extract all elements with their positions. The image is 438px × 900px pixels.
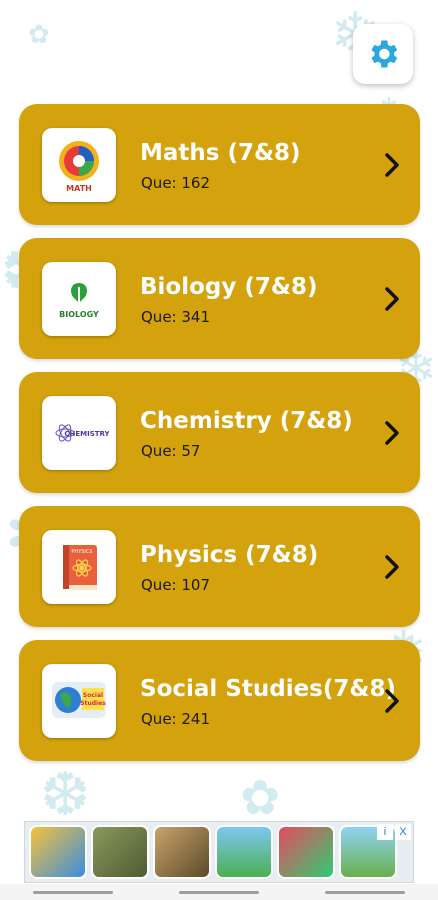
runner-game-icon[interactable] xyxy=(29,825,87,879)
subject-title: Physics (7&8) xyxy=(140,542,319,568)
subject-card-maths[interactable]: MATH Maths (7&8) Que: 162 xyxy=(19,104,420,225)
ad-close-icon[interactable]: X xyxy=(395,824,411,840)
gear-icon xyxy=(371,40,398,68)
subject-card-chemistry[interactable]: CHEMISTRY Chemistry (7&8) Que: 57 xyxy=(19,372,420,493)
maths-logo-icon: MATH xyxy=(42,128,116,202)
chemistry-logo-icon: CHEMISTRY xyxy=(42,396,116,470)
subject-card-physics[interactable]: PHYSICS Physics (7&8) Que: 107 xyxy=(19,506,420,627)
subject-title: Chemistry (7&8) xyxy=(140,408,353,434)
chevron-right-icon xyxy=(385,555,399,579)
tank-game-icon[interactable] xyxy=(91,825,149,879)
ad-badges: i X xyxy=(377,824,411,840)
svg-text:Studies: Studies xyxy=(80,700,106,707)
biology-logo-icon: BIOLOGY xyxy=(42,262,116,336)
nav-recent-button[interactable] xyxy=(33,890,113,894)
chevron-right-icon xyxy=(385,153,399,177)
physics-book-icon: PHYSICS xyxy=(42,530,116,604)
chevron-right-icon xyxy=(385,421,399,445)
svg-text:MATH: MATH xyxy=(66,184,92,193)
social-studies-globe-icon: Social Studies xyxy=(42,664,116,738)
ad-info-icon[interactable]: i xyxy=(377,824,393,840)
svg-text:BIOLOGY: BIOLOGY xyxy=(59,310,99,319)
nav-home-button[interactable] xyxy=(179,890,259,894)
subject-card-social-studies[interactable]: Social Studies Social Studies(7&8) Que: … xyxy=(19,640,420,761)
settings-button[interactable] xyxy=(353,24,413,84)
subject-title: Biology (7&8) xyxy=(140,274,318,300)
question-count: Que: 57 xyxy=(141,442,201,460)
race-game-icon[interactable] xyxy=(277,825,335,879)
nav-back-button[interactable] xyxy=(325,890,405,894)
question-count: Que: 341 xyxy=(141,308,210,326)
system-navigation-bar xyxy=(0,884,438,900)
svg-text:CHEMISTRY: CHEMISTRY xyxy=(64,430,109,438)
question-count: Que: 241 xyxy=(141,710,210,728)
subject-list: MATH Maths (7&8) Que: 162 BIOLOGY Biolog… xyxy=(19,104,420,774)
chevron-right-icon xyxy=(385,689,399,713)
question-count: Que: 107 xyxy=(141,576,210,594)
soldier-game-icon[interactable] xyxy=(153,825,211,879)
svg-text:Social: Social xyxy=(83,692,103,699)
question-count: Que: 162 xyxy=(141,174,210,192)
subject-title: Social Studies(7&8) xyxy=(140,676,396,702)
svg-text:PHYSICS: PHYSICS xyxy=(71,549,92,555)
chevron-right-icon xyxy=(385,287,399,311)
subject-card-biology[interactable]: BIOLOGY Biology (7&8) Que: 341 xyxy=(19,238,420,359)
platform-game-icon[interactable] xyxy=(215,825,273,879)
ad-banner[interactable]: i X xyxy=(24,821,414,883)
subject-title: Maths (7&8) xyxy=(140,140,301,166)
